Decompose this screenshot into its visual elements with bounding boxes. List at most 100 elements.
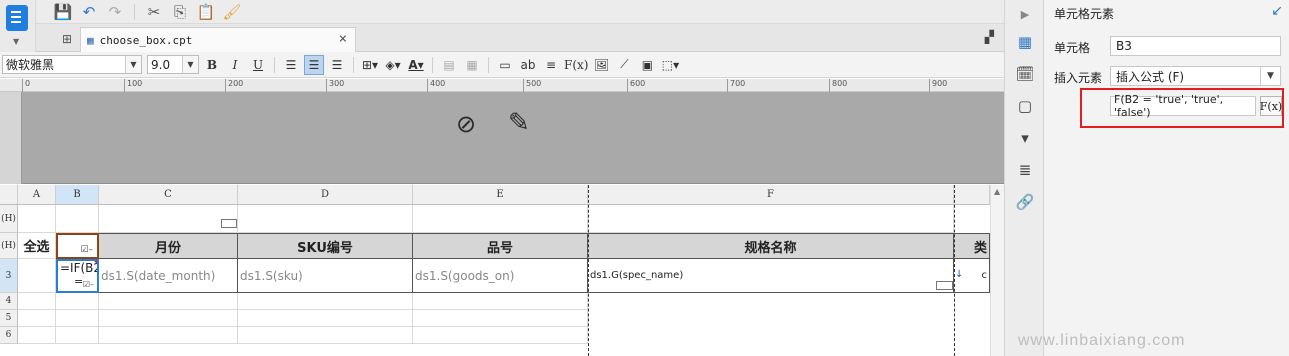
cell-d3[interactable]: ds1.S(sku)	[238, 259, 413, 293]
column-header-e[interactable]: E	[413, 185, 588, 205]
grid-icon[interactable]: ⊞	[62, 32, 72, 46]
row-header-5[interactable]: 5	[0, 310, 18, 327]
paste-icon[interactable]: 📋	[195, 2, 217, 22]
column-header-c[interactable]: C	[99, 185, 238, 205]
collapse-arrow-icon[interactable]: ▶	[1015, 4, 1035, 24]
cell-e4[interactable]	[413, 293, 588, 310]
header-extra[interactable]: 类	[954, 233, 990, 259]
header-month[interactable]: 月份	[99, 233, 238, 259]
cell-b1[interactable]	[56, 205, 99, 233]
cell-d4[interactable]	[238, 293, 413, 310]
tab-choose-box[interactable]: ▦ choose_box.cpt ×	[80, 27, 356, 52]
insert-formula-icon[interactable]: F(x)	[564, 55, 588, 75]
font-size-select[interactable]: 9.0 ▼	[147, 55, 199, 74]
widget-box-icon	[936, 281, 953, 290]
underline-button[interactable]: U	[248, 55, 268, 75]
cell-f3[interactable]: ds1.G(spec_name)	[588, 259, 954, 293]
merge-cells-icon[interactable]: ▤	[439, 55, 459, 75]
cell-b6[interactable]	[56, 327, 99, 344]
scroll-up-icon[interactable]: ▲	[994, 187, 1000, 196]
save-icon[interactable]: 💾	[52, 2, 74, 22]
cell-c4[interactable]	[99, 293, 238, 310]
cell-a2-select-all[interactable]: 全选	[18, 233, 56, 259]
row-header-3[interactable]: 3	[0, 259, 18, 293]
chevron-down-icon: ▼	[1260, 67, 1280, 85]
app-logo-button[interactable]: ▼	[0, 0, 36, 52]
insert-text-icon[interactable]: ab	[518, 55, 538, 75]
row-header-6[interactable]: 6	[0, 327, 18, 344]
cut-icon[interactable]: ✂	[143, 2, 165, 22]
close-icon[interactable]: ×	[339, 31, 347, 47]
hyperlink-icon[interactable]: 🔗	[1015, 192, 1035, 212]
cell-a3[interactable]	[18, 259, 56, 293]
cell-attribute-icon[interactable]: 🗓	[1015, 64, 1035, 84]
column-header-d[interactable]: D	[238, 185, 413, 205]
cell-b3-selected[interactable]: =IF(B2 = ☑–	[56, 259, 99, 293]
pin-arrow-icon[interactable]: ↙	[1271, 3, 1283, 19]
undo-icon[interactable]: ↶	[78, 2, 100, 22]
cell-a1[interactable]	[18, 205, 56, 233]
insert-rich-text-icon[interactable]: ≡	[541, 55, 561, 75]
insert-element-select[interactable]: 插入公式 (F) ▼	[1110, 66, 1281, 86]
align-center-icon[interactable]: ☰	[304, 54, 324, 75]
cell-e1[interactable]	[413, 205, 588, 233]
row-header-1[interactable]: (H)	[0, 205, 18, 233]
cell-element-icon[interactable]: ▦	[1015, 32, 1035, 52]
header-sku[interactable]: SKU编号	[238, 233, 413, 259]
vertical-scrollbar[interactable]: ▲	[990, 185, 1004, 356]
page-break-line	[954, 185, 955, 356]
condition-attribute-icon[interactable]: ≣	[1015, 160, 1035, 180]
cell-c3[interactable]: ds1.S(date_month)	[99, 259, 238, 293]
cell-b4[interactable]	[56, 293, 99, 310]
hide-eye-icon[interactable]: ⊘	[456, 110, 476, 138]
border-icon[interactable]: ⊞▾	[360, 55, 380, 75]
split-cells-icon[interactable]: ▦	[462, 55, 482, 75]
cell-c1[interactable]	[99, 205, 238, 233]
redo-icon[interactable]: ↷	[104, 2, 126, 22]
format-painter-icon[interactable]: 🖌	[221, 2, 243, 22]
sheet-corner[interactable]	[0, 185, 18, 205]
toolbar-divider	[488, 56, 489, 73]
font-color-icon[interactable]: A▾	[406, 55, 426, 75]
fill-color-icon[interactable]: ◈▾	[383, 55, 403, 75]
cell-g3[interactable]: c	[954, 259, 990, 293]
bold-button[interactable]: B	[202, 55, 222, 75]
cell-d6[interactable]	[238, 327, 413, 344]
dropdown-widget-icon[interactable]: ▾	[1015, 128, 1035, 148]
cell-b2-checkbox[interactable]: ☑–	[56, 233, 99, 259]
column-header-b[interactable]: B	[56, 185, 99, 205]
cell-f1[interactable]	[588, 205, 954, 233]
insert-image-icon[interactable]: 🖼	[591, 55, 611, 75]
cell-b5[interactable]	[56, 310, 99, 327]
cell-border-icon[interactable]: ⬚▾	[660, 55, 680, 75]
header-goods[interactable]: 品号	[413, 233, 588, 259]
align-right-icon[interactable]: ☰	[327, 55, 347, 75]
cell-e5[interactable]	[413, 310, 588, 327]
tab-menu-icon[interactable]: ▞	[985, 30, 994, 44]
column-header-g[interactable]	[954, 185, 990, 205]
cell-e6[interactable]	[413, 327, 588, 344]
cell-d1[interactable]	[238, 205, 413, 233]
font-family-select[interactable]: 微软雅黑 ▼	[2, 55, 142, 74]
row-header-4[interactable]: 4	[0, 293, 18, 310]
cell-a5[interactable]	[18, 310, 56, 327]
header-spec[interactable]: 规格名称	[588, 233, 954, 259]
column-header-f[interactable]: F	[588, 185, 954, 205]
edit-pencil-icon[interactable]: ✎	[508, 108, 530, 138]
cell-address-field[interactable]: B3	[1110, 36, 1281, 56]
copy-icon[interactable]: ⎘	[169, 2, 191, 22]
cell-d5[interactable]	[238, 310, 413, 327]
row-header-2[interactable]: (H)	[0, 233, 18, 259]
insert-subreport-icon[interactable]: ▣	[637, 55, 657, 75]
column-header-a[interactable]: A	[18, 185, 56, 205]
cell-a4[interactable]	[18, 293, 56, 310]
align-left-icon[interactable]: ☰	[281, 55, 301, 75]
insert-data-column-icon[interactable]: ▭	[495, 55, 515, 75]
cell-a6[interactable]	[18, 327, 56, 344]
insert-slash-icon[interactable]: ⟋	[614, 55, 634, 75]
widget-settings-icon[interactable]: ▢	[1015, 96, 1035, 116]
cell-c6[interactable]	[99, 327, 238, 344]
italic-button[interactable]: I	[225, 55, 245, 75]
cell-c5[interactable]	[99, 310, 238, 327]
cell-e3[interactable]: ds1.S(goods_on)	[413, 259, 588, 293]
